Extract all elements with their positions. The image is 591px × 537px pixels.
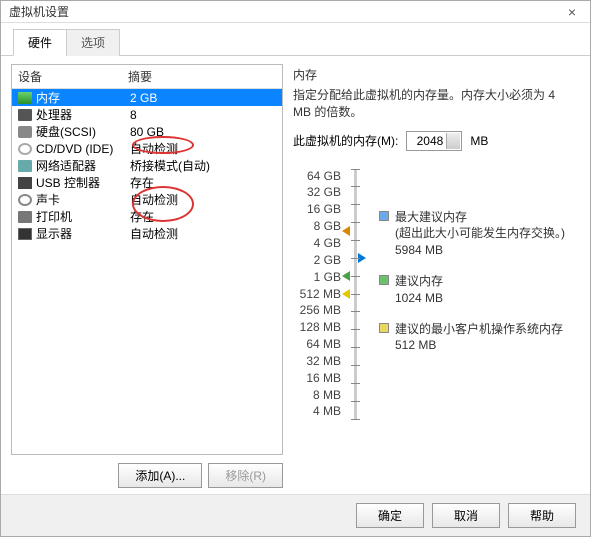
min-marker-icon bbox=[342, 289, 350, 299]
tab-hardware[interactable]: 硬件 bbox=[13, 29, 67, 56]
device-row[interactable]: 声卡 自动检测 bbox=[12, 191, 282, 208]
ok-button[interactable]: 确定 bbox=[356, 503, 424, 528]
window-title: 虚拟机设置 bbox=[9, 3, 69, 20]
device-label: 处理器 bbox=[36, 106, 130, 123]
device-summary: 8 bbox=[130, 108, 276, 122]
legend-square-icon bbox=[379, 211, 389, 221]
header-summary: 摘要 bbox=[128, 68, 276, 85]
tick-label: 64 MB bbox=[306, 337, 341, 351]
legend-min: 建议的最小客户机操作系统内存 512 MB bbox=[395, 321, 563, 355]
add-button[interactable]: 添加(A)... bbox=[118, 463, 202, 488]
device-icon bbox=[18, 92, 32, 104]
tick-label: 4 MB bbox=[313, 404, 341, 418]
device-label: 显示器 bbox=[36, 225, 130, 242]
cancel-button[interactable]: 取消 bbox=[432, 503, 500, 528]
legend-square-icon bbox=[379, 275, 389, 285]
device-label: USB 控制器 bbox=[36, 174, 130, 191]
device-label: 声卡 bbox=[36, 191, 130, 208]
tick-label: 32 GB bbox=[307, 185, 341, 199]
tick-label: 8 MB bbox=[313, 388, 341, 402]
device-row[interactable]: 打印机 存在 bbox=[12, 208, 282, 225]
tick-label: 32 MB bbox=[306, 354, 341, 368]
device-icon bbox=[18, 177, 32, 189]
tick-label: 256 MB bbox=[300, 303, 341, 317]
tab-options[interactable]: 选项 bbox=[66, 29, 120, 56]
device-summary: 自动检测 bbox=[130, 191, 276, 208]
device-row[interactable]: 显示器 自动检测 bbox=[12, 225, 282, 242]
memory-input[interactable] bbox=[406, 131, 462, 151]
header-device: 设备 bbox=[18, 68, 128, 85]
device-label: 内存 bbox=[36, 89, 130, 106]
device-summary: 存在 bbox=[130, 208, 276, 225]
tick-label: 64 GB bbox=[307, 169, 341, 183]
remove-button: 移除(R) bbox=[208, 463, 283, 488]
legend-square-icon bbox=[379, 323, 389, 333]
device-row[interactable]: 内存 2 GB bbox=[12, 89, 282, 106]
legend-max: 最大建议内存 (超出此大小可能发生内存交换。) 5984 MB bbox=[395, 209, 565, 259]
device-summary: 自动检测 bbox=[130, 225, 276, 242]
tick-label: 512 MB bbox=[300, 287, 341, 301]
max-marker-icon bbox=[342, 226, 350, 236]
help-button[interactable]: 帮助 bbox=[508, 503, 576, 528]
device-label: CD/DVD (IDE) bbox=[36, 142, 130, 156]
device-label: 网络适配器 bbox=[36, 157, 130, 174]
device-summary: 2 GB bbox=[130, 91, 276, 105]
device-label: 打印机 bbox=[36, 208, 130, 225]
memory-desc: 指定分配给此虚拟机的内存量。内存大小必须为 4 MB 的倍数。 bbox=[293, 87, 576, 121]
device-row[interactable]: 网络适配器 桥接模式(自动) bbox=[12, 157, 282, 174]
memory-label: 此虚拟机的内存(M): bbox=[293, 132, 398, 149]
device-summary: 80 GB bbox=[130, 125, 276, 139]
close-icon[interactable]: × bbox=[562, 4, 582, 20]
device-list: 设备 摘要 内存 2 GB 处理器 8 硬盘(SCSI) 80 GB CD/DV… bbox=[11, 64, 283, 455]
device-label: 硬盘(SCSI) bbox=[36, 123, 130, 140]
legend-rec: 建议内存 1024 MB bbox=[395, 273, 443, 307]
device-icon bbox=[18, 228, 32, 240]
tick-label: 4 GB bbox=[314, 236, 341, 250]
device-row[interactable]: CD/DVD (IDE) 自动检测 bbox=[12, 140, 282, 157]
device-summary: 自动检测 bbox=[130, 140, 276, 157]
device-row[interactable]: USB 控制器 存在 bbox=[12, 174, 282, 191]
tick-label: 8 GB bbox=[314, 219, 341, 233]
device-summary: 桥接模式(自动) bbox=[130, 157, 276, 174]
tick-label: 128 MB bbox=[300, 320, 341, 334]
tick-label: 16 MB bbox=[306, 371, 341, 385]
tick-label: 1 GB bbox=[314, 270, 341, 284]
device-icon bbox=[18, 126, 32, 138]
tick-label: 2 GB bbox=[314, 253, 341, 267]
device-icon bbox=[18, 211, 32, 223]
device-row[interactable]: 硬盘(SCSI) 80 GB bbox=[12, 123, 282, 140]
device-row[interactable]: 处理器 8 bbox=[12, 106, 282, 123]
device-summary: 存在 bbox=[130, 174, 276, 191]
memory-title: 内存 bbox=[293, 66, 576, 83]
memory-unit: MB bbox=[470, 134, 488, 148]
device-icon bbox=[18, 109, 32, 121]
device-icon bbox=[18, 194, 32, 206]
tick-label: 16 GB bbox=[307, 202, 341, 216]
device-icon bbox=[18, 160, 32, 172]
device-icon bbox=[18, 143, 32, 155]
rec-marker-icon bbox=[342, 271, 350, 281]
memory-slider[interactable] bbox=[341, 169, 369, 419]
